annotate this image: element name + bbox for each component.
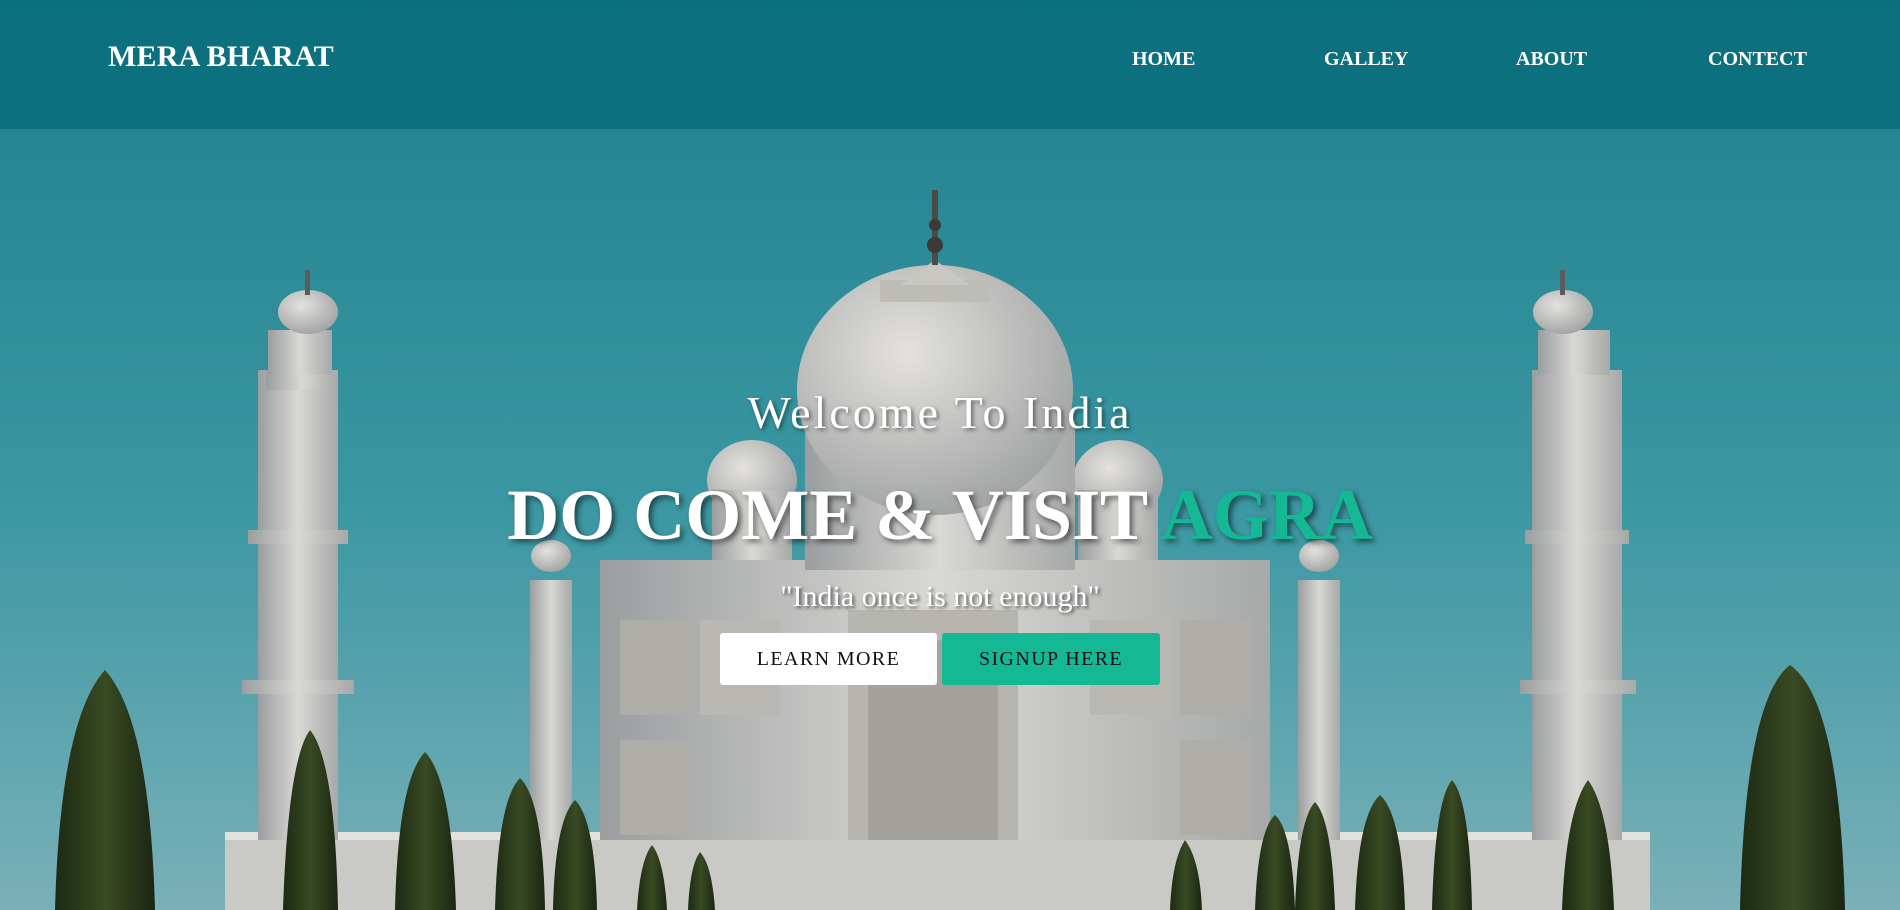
hero-headline: DO COME & VISIT AGRA — [0, 474, 1880, 557]
learn-more-button[interactable]: LEARN MORE — [720, 633, 937, 685]
hero-welcome-text: Welcome To India — [747, 387, 1133, 438]
hero-tagline: "India once is not enough" — [780, 580, 1100, 613]
hero-headline-accent: AGRA — [1160, 475, 1373, 555]
hero-section: Welcome To India DO COME & VISIT AGRA "I… — [0, 0, 1900, 910]
signup-button[interactable]: SIGNUP HERE — [942, 633, 1160, 685]
hero-headline-main: DO COME & VISIT — [507, 475, 1161, 555]
